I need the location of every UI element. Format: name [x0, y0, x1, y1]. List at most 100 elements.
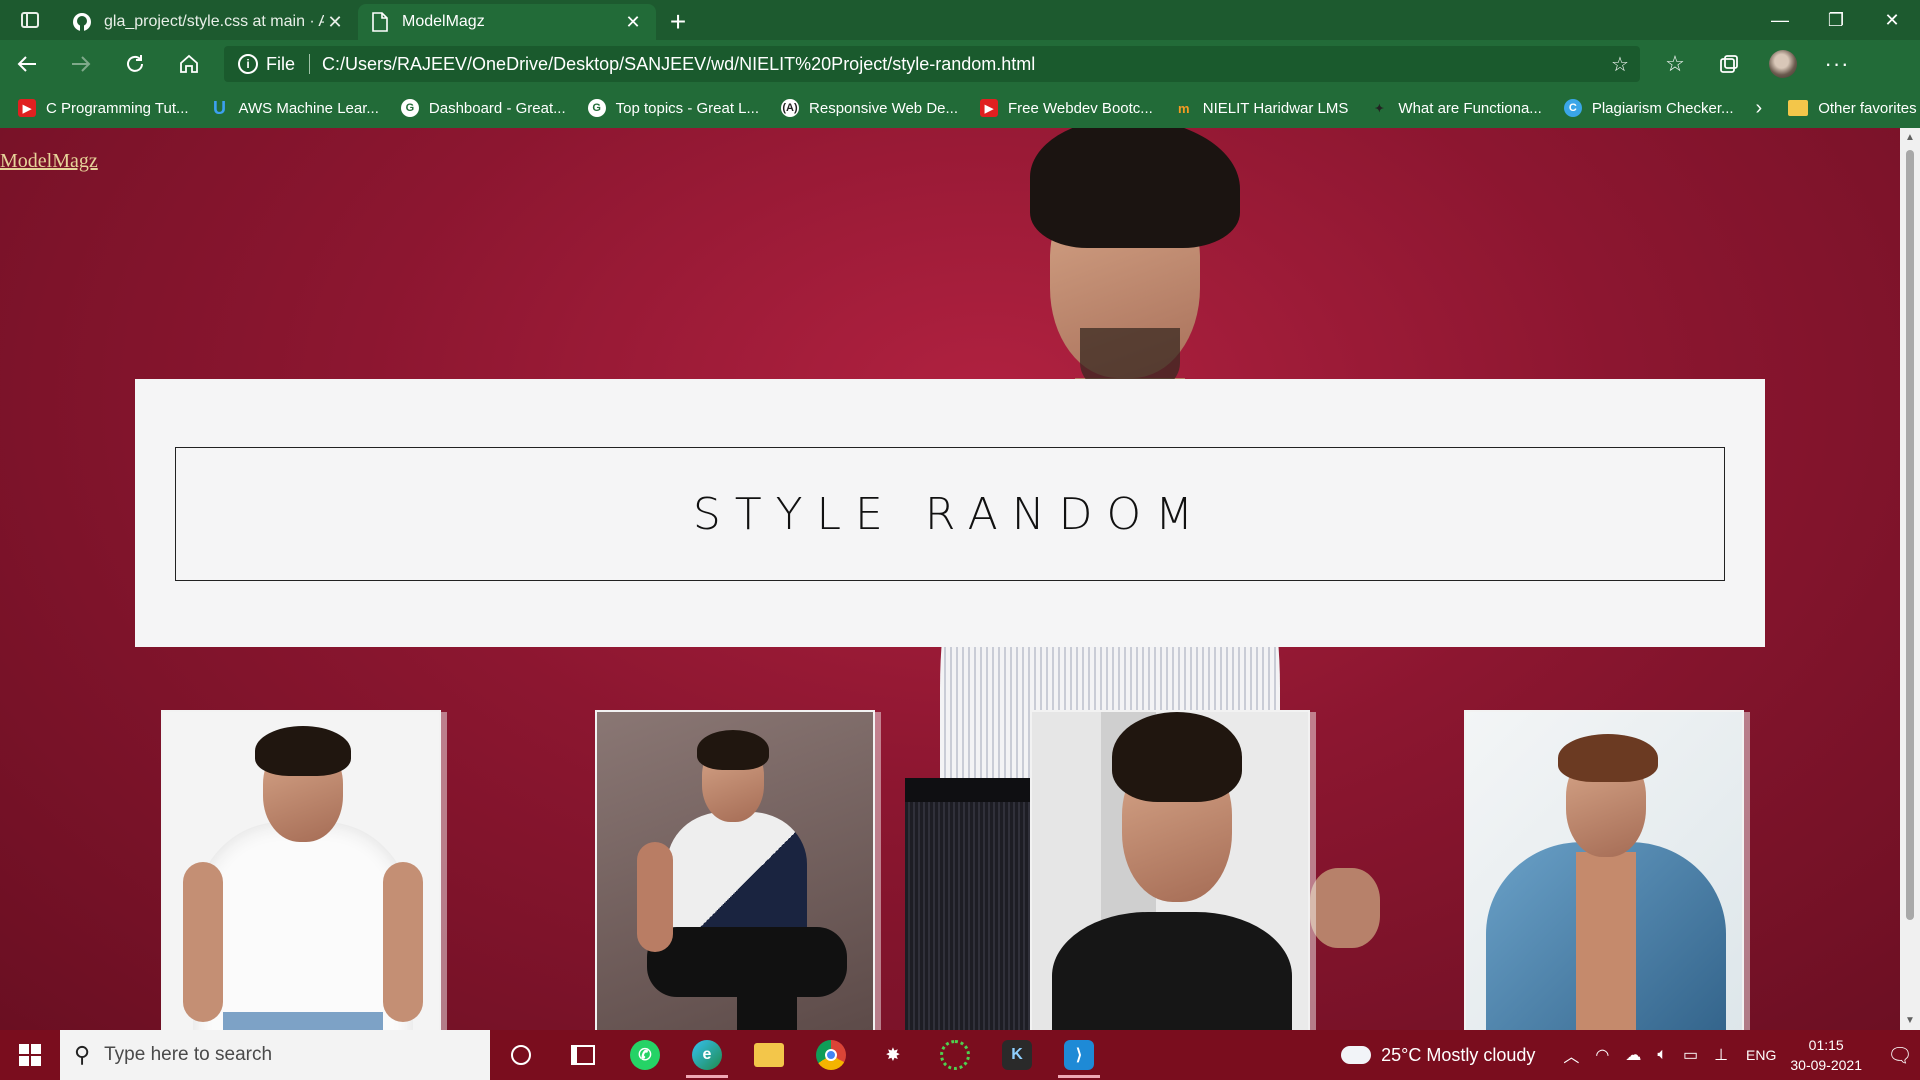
cortana-button[interactable]: [490, 1030, 552, 1080]
address-bar[interactable]: i File C:/Users/RAJEEV/OneDrive/Desktop/…: [224, 46, 1640, 82]
favorite-item[interactable]: ▶ C Programming Tut...: [18, 99, 189, 117]
scroll-up-icon[interactable]: ▲: [1900, 132, 1920, 143]
gallery-photo[interactable]: [595, 710, 875, 1030]
favorites-button[interactable]: ☆: [1648, 44, 1702, 84]
scroll-down-icon[interactable]: ▼: [1900, 1015, 1920, 1026]
chevron-up-icon[interactable]: ︿: [1563, 1043, 1579, 1067]
app-button[interactable]: [924, 1030, 986, 1080]
site-home-link[interactable]: ModelMagz: [0, 150, 98, 173]
page-icon: [370, 12, 390, 32]
favorite-item[interactable]: ✦ What are Functiona...: [1370, 99, 1542, 117]
hero-image-belt: [905, 778, 1035, 802]
vscode-button[interactable]: ⟩: [1048, 1030, 1110, 1080]
favorite-item[interactable]: G Top topics - Great L...: [587, 99, 760, 117]
photo-hair: [697, 730, 769, 770]
tab-modelmagz[interactable]: ModelMagz ✕: [358, 4, 656, 40]
chrome-icon: [816, 1040, 846, 1070]
cortana-icon: [511, 1045, 531, 1065]
add-favorite-icon[interactable]: ☆: [1600, 52, 1640, 77]
new-tab-button[interactable]: +: [656, 4, 700, 40]
folder-icon: [754, 1043, 784, 1067]
favorite-item[interactable]: U AWS Machine Lear...: [211, 97, 379, 118]
volume-icon[interactable]: 🔈︎: [1657, 1046, 1667, 1064]
start-button[interactable]: [0, 1030, 60, 1080]
chrome-button[interactable]: [800, 1030, 862, 1080]
windows-taskbar: ⚲ Type here to search ✆ e ✸ K ⟩ 25°C Mos…: [0, 1030, 1920, 1080]
clock-date: 30-09-2021: [1790, 1057, 1862, 1073]
chevron-right-icon[interactable]: ›: [1756, 97, 1763, 120]
weather-widget[interactable]: 25°C Mostly cloudy: [1341, 1038, 1535, 1066]
hero-image-hair: [1030, 128, 1240, 248]
udemy-icon: U: [213, 97, 227, 118]
page-scrollbar[interactable]: ▲ ▼: [1900, 128, 1920, 1030]
close-window-button[interactable]: ✕: [1864, 10, 1920, 31]
whatsapp-button[interactable]: ✆: [614, 1030, 676, 1080]
favorite-label: C Programming Tut...: [46, 99, 189, 117]
back-button[interactable]: [0, 44, 54, 84]
app-tray-icon[interactable]: ⊥: [1714, 1045, 1728, 1065]
avatar: [1769, 50, 1797, 78]
home-button[interactable]: [162, 44, 216, 84]
language-indicator[interactable]: ENG: [1746, 1047, 1776, 1063]
battery-icon[interactable]: ▭: [1683, 1045, 1698, 1065]
other-favorites[interactable]: Other favorites: [1788, 100, 1917, 117]
forward-button[interactable]: [54, 44, 108, 84]
app-button[interactable]: K: [986, 1030, 1048, 1080]
restore-button[interactable]: ❐: [1808, 10, 1864, 31]
task-view-button[interactable]: [552, 1030, 614, 1080]
settings-menu-button[interactable]: ···: [1810, 44, 1864, 84]
edge-button[interactable]: e: [676, 1030, 738, 1080]
close-tab-icon[interactable]: ✕: [622, 12, 644, 33]
cloud-sync-icon[interactable]: ☁: [1625, 1045, 1641, 1065]
info-icon[interactable]: i: [238, 54, 258, 74]
clock[interactable]: 01:15 30-09-2021: [1790, 1035, 1862, 1075]
favorite-label: NIELIT Haridwar LMS: [1202, 99, 1349, 117]
favorite-item[interactable]: G Dashboard - Great...: [400, 99, 566, 117]
favorites-icon: ☆: [1665, 51, 1685, 76]
notifications-icon[interactable]: 🗨︎: [1880, 1043, 1920, 1068]
favorite-label: Top topics - Great L...: [615, 99, 760, 117]
greatlearning-icon: G: [587, 99, 606, 117]
favorite-label: Free Webdev Bootc...: [1008, 99, 1153, 117]
scrollbar-thumb[interactable]: [1906, 150, 1914, 920]
favorite-label: Plagiarism Checker...: [1591, 99, 1734, 117]
refresh-button[interactable]: [108, 44, 162, 84]
taskbar-search-input[interactable]: ⚲ Type here to search: [60, 1030, 490, 1080]
photo-arms: [637, 842, 673, 952]
tab-actions-icon: [21, 12, 39, 28]
search-placeholder: Type here to search: [104, 1044, 273, 1065]
page-viewport: ModelMagz STYLE RANDOM: [0, 128, 1900, 1030]
hero-image-pants: [905, 778, 1035, 1030]
tab-actions-button[interactable]: [0, 0, 60, 40]
photo-arms: [183, 862, 223, 1022]
scheme-label: File: [266, 53, 296, 74]
wifi-icon[interactable]: ◠: [1595, 1045, 1609, 1065]
favorite-item[interactable]: (A) Responsive Web De...: [781, 99, 958, 117]
gallery-photo[interactable]: [1030, 710, 1310, 1030]
more-icon: ···: [1824, 51, 1850, 76]
collections-button[interactable]: [1702, 44, 1756, 84]
k-app-icon: K: [1002, 1040, 1032, 1070]
favorite-item[interactable]: ▶ Free Webdev Bootc...: [980, 99, 1153, 117]
close-tab-icon[interactable]: ✕: [324, 12, 346, 33]
file-explorer-button[interactable]: [738, 1030, 800, 1080]
minimize-button[interactable]: —: [1752, 10, 1808, 31]
youtube-icon: ▶: [18, 99, 36, 117]
url-text[interactable]: C:/Users/RAJEEV/OneDrive/Desktop/SANJEEV…: [322, 54, 1600, 75]
vscode-icon: ⟩: [1064, 1040, 1094, 1070]
gallery-photo[interactable]: [1464, 710, 1744, 1030]
favorite-item[interactable]: C Plagiarism Checker...: [1563, 99, 1734, 117]
favorite-item[interactable]: m NIELIT Haridwar LMS: [1175, 99, 1349, 117]
photo-hair: [255, 726, 351, 776]
profile-button[interactable]: [1756, 44, 1810, 84]
back-arrow-icon: [17, 56, 36, 72]
tab-github[interactable]: gla_project/style.css at main · AM ✕: [60, 4, 358, 40]
system-tray: 25°C Mostly cloudy ︿ ◠ ☁ 🔈︎ ▭ ⊥ ENG 01:1…: [1341, 1030, 1920, 1080]
gallery-photo[interactable]: [161, 710, 441, 1030]
github-icon: [72, 12, 92, 32]
favorite-label: What are Functiona...: [1398, 99, 1542, 117]
clock-time: 01:15: [1808, 1037, 1844, 1053]
tab-label: ModelMagz: [402, 13, 485, 30]
app-button[interactable]: ✸: [862, 1030, 924, 1080]
window-controls: — ❐ ✕: [1752, 0, 1920, 40]
